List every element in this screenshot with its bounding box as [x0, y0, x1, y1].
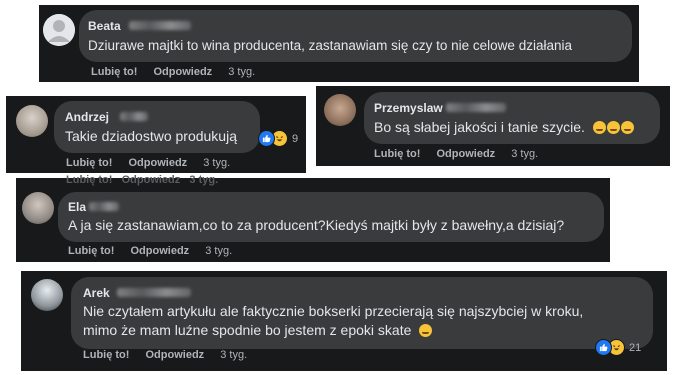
reply-button[interactable]: Odpowiedz	[154, 66, 213, 78]
timestamp[interactable]: 3 tyg.	[203, 157, 230, 169]
redacted-surname	[117, 288, 191, 297]
comment-bubble: Ela A ja się zastanawiam,co to za produc…	[58, 192, 604, 242]
comment-card-arek: Arek Nie czytałem artykułu ale faktyczni…	[21, 271, 667, 371]
comment-bubble: Beata Dziurawe majtki to wina producenta…	[79, 10, 632, 62]
timestamp[interactable]: 3 tyg.	[220, 349, 247, 361]
timestamp[interactable]: 3 tyg.	[511, 148, 538, 160]
comment-text: Bo są słabej jakości i tanie szycie.	[374, 118, 634, 137]
comment-text: Dziurawe majtki to wina producenta, zast…	[88, 38, 572, 53]
avatar[interactable]	[43, 14, 75, 46]
like-reaction-icon	[595, 339, 612, 356]
reply-button[interactable]: Odpowiedz	[131, 245, 190, 257]
like-button[interactable]: Lubię to!	[83, 349, 129, 361]
comment-bubble: Przemyslaw Bo są słabej jakości i tanie …	[364, 92, 660, 144]
comment-author[interactable]: Ela	[68, 200, 86, 214]
comment-text-body: mimo że mam luźne spodnie bo jestem z ep…	[83, 322, 412, 338]
reply-button[interactable]: Odpowiedz	[146, 349, 205, 361]
smile-emoji-icon	[592, 121, 606, 134]
like-button[interactable]: Lubię to!	[374, 148, 420, 160]
comment-text: A ja się zastanawiam,co to za producent?…	[68, 217, 565, 233]
comment-bubble: Andrzej Takie dziadostwo produkują	[54, 101, 260, 153]
reply-button[interactable]: Odpowiedz	[129, 157, 188, 169]
reply-button[interactable]: Odpowiedz	[437, 148, 496, 160]
comment-author[interactable]: Beata	[88, 19, 121, 33]
avatar[interactable]	[22, 192, 54, 224]
comment-text-line-1: Nie czytałem artykułu ale faktycznie bok…	[83, 303, 584, 319]
comment-actions: Lubię to! Odpowiedz 3 tyg.	[66, 157, 243, 169]
comment-text: Takie dziadostwo produkują	[65, 128, 237, 144]
comment-author[interactable]: Arek	[83, 286, 110, 300]
redacted-surname	[446, 103, 506, 112]
comment-author[interactable]: Andrzej	[65, 110, 109, 124]
reaction-summary[interactable]: 9	[258, 130, 298, 147]
comment-card-beata: Beata Dziurawe majtki to wina producenta…	[39, 5, 639, 82]
comment-card-przemyslaw: Przemyslaw Bo są słabej jakości i tanie …	[316, 86, 670, 166]
reaction-summary[interactable]: 21	[595, 339, 641, 356]
redacted-surname	[120, 112, 148, 121]
comment-card-andrzej: Andrzej Takie dziadostwo produkują 9 Lub…	[6, 96, 306, 173]
reaction-count: 21	[629, 341, 642, 354]
timestamp[interactable]: 3 tyg.	[228, 66, 255, 78]
redacted-surname	[129, 21, 191, 30]
comment-actions: Lubię to! Odpowiedz 3 tyg.	[374, 148, 551, 160]
avatar[interactable]	[324, 94, 356, 126]
avatar[interactable]	[16, 105, 48, 137]
comment-text-body: Bo są słabej jakości i tanie szycie.	[374, 119, 585, 135]
comment-actions: Lubię to! Odpowiedz 3 tyg.	[68, 245, 245, 257]
comment-actions: Lubię to! Odpowiedz 3 tyg.	[91, 66, 268, 78]
comment-text-line-2: mimo że mam luźne spodnie bo jestem z ep…	[83, 321, 433, 340]
smile-emoji-icon	[620, 121, 634, 134]
default-avatar-icon	[43, 14, 75, 46]
comment-actions: Lubię to! Odpowiedz 3 tyg.	[83, 349, 260, 361]
timestamp[interactable]: 3 tyg.	[205, 245, 232, 257]
redacted-surname	[89, 202, 119, 211]
smile-emoji-icon	[419, 324, 433, 337]
like-reaction-icon	[258, 130, 275, 147]
partial-actions-previous: Lubię to! Odpowiedz 3 tyg.	[66, 174, 219, 186]
comment-bubble: Arek Nie czytałem artykułu ale faktyczni…	[71, 277, 653, 349]
like-button[interactable]: Lubię to!	[68, 245, 114, 257]
laugh-emoji-icon	[606, 121, 620, 134]
comment-author[interactable]: Przemyslaw	[374, 101, 443, 115]
comment-card-ela: Lubię to! Odpowiedz 3 tyg. Ela A ja się …	[16, 174, 610, 262]
like-button[interactable]: Lubię to!	[66, 157, 112, 169]
avatar[interactable]	[31, 279, 63, 311]
like-button[interactable]: Lubię to!	[91, 66, 137, 78]
reaction-count: 9	[292, 132, 299, 145]
